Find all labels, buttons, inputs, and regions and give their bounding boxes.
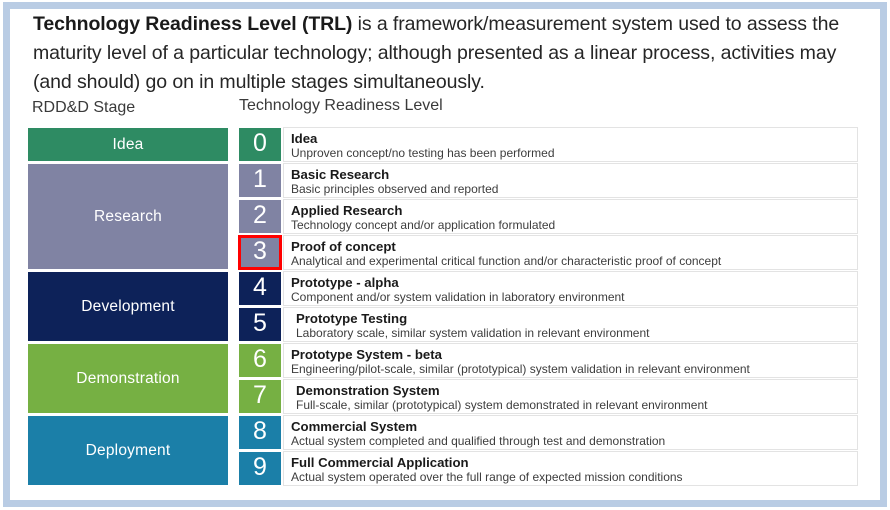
trl-text-cell: Prototype - alpha Component and/or system…: [282, 271, 858, 306]
trl-number-swatch[interactable]: 7: [238, 379, 282, 414]
trl-text-cell: Demonstration System Full-scale, similar …: [282, 379, 858, 414]
trl-row[interactable]: 8 Commercial System Actual system complete…: [238, 415, 858, 450]
trl-number-label: 7: [253, 381, 267, 409]
stage-column: Idea Research Development Demonstration Depl…: [27, 127, 229, 487]
trl-number-swatch[interactable]: 0: [238, 127, 282, 162]
stage-block-deployment[interactable]: Deployment: [27, 415, 229, 486]
intro-paragraph: Technology Readiness Level (TRL) is a fr…: [33, 10, 848, 97]
trl-row[interactable]: 6 Prototype System - beta Engineering/pilo…: [238, 343, 858, 378]
stage-block-label: Demonstration: [76, 369, 180, 387]
stage-block-development[interactable]: Development: [27, 271, 229, 342]
trl-description: Component and/or system validation in la…: [291, 290, 625, 304]
trl-text-cell: Applied Research Technology concept and/o…: [282, 199, 858, 234]
stage-block-label: Idea: [112, 135, 144, 153]
trl-text-cell: Idea Unproven concept/no testing has been…: [282, 127, 858, 162]
trl-description: Basic principles observed and reported: [291, 182, 499, 196]
trl-text-cell: Prototype System - beta Engineering/pilot…: [282, 343, 858, 378]
trl-title: Applied Research: [291, 203, 403, 218]
stage-block-research[interactable]: Research: [27, 163, 229, 270]
trl-title: Prototype Testing: [296, 311, 408, 326]
trl-description: Actual system operated over the full ran…: [291, 470, 683, 484]
trl-text-cell: Proof of concept Analytical and experimen…: [282, 235, 858, 270]
trl-number-label: 3: [253, 237, 267, 265]
stage-block-label: Research: [94, 207, 162, 225]
trl-text-cell: Commercial System Actual system completed…: [282, 415, 858, 450]
trl-title: Full Commercial Application: [291, 455, 469, 470]
trl-description: Technology concept and/or application fo…: [291, 218, 556, 232]
trl-title: Idea: [291, 131, 318, 146]
trl-title: Basic Research: [291, 167, 390, 182]
trl-number-swatch[interactable]: 4: [238, 271, 282, 306]
trl-title: Prototype - alpha: [291, 275, 399, 290]
trl-number-label: 0: [253, 129, 267, 157]
trl-description: Unproven concept/no testing has been per…: [291, 146, 555, 160]
trl-slide: Technology Readiness Level (TRL) is a fr…: [0, 0, 890, 510]
trl-table: 0 Idea Unproven concept/no testing has bee…: [238, 127, 858, 487]
trl-text-cell: Full Commercial Application Actual system…: [282, 451, 858, 486]
slide-content: Technology Readiness Level (TRL) is a fr…: [0, 0, 890, 510]
trl-number-swatch[interactable]: 8: [238, 415, 282, 450]
intro-lead-term: Technology Readiness Level (TRL): [33, 13, 353, 35]
trl-row[interactable]: 2 Applied Research Technology concept and/…: [238, 199, 858, 234]
trl-text-cell: Basic Research Basic principles observed …: [282, 163, 858, 198]
trl-description: Laboratory scale, similar system validat…: [296, 326, 650, 340]
trl-description: Full-scale, similar (prototypical) syste…: [296, 398, 708, 412]
trl-number-swatch[interactable]: 2: [238, 199, 282, 234]
trl-number-label: 2: [253, 201, 267, 229]
trl-column-header: Technology Readiness Level: [239, 97, 443, 114]
trl-row[interactable]: 5 Prototype Testing Laboratory scale, simi…: [238, 307, 858, 342]
trl-number-label: 4: [253, 273, 267, 301]
stage-block-label: Deployment: [85, 441, 171, 459]
trl-number-swatch[interactable]: 1: [238, 163, 282, 198]
trl-title: Proof of concept: [291, 239, 396, 254]
trl-row[interactable]: 0 Idea Unproven concept/no testing has bee…: [238, 127, 858, 162]
stage-block-demonstration[interactable]: Demonstration: [27, 343, 229, 414]
trl-row[interactable]: 3 Proof of concept Analytical and experime…: [238, 235, 858, 270]
trl-row[interactable]: 7 Demonstration System Full-scale, similar…: [238, 379, 858, 414]
stage-column-header: RDD&D Stage: [32, 99, 136, 116]
trl-title: Prototype System - beta: [291, 347, 442, 362]
trl-description: Analytical and experimental critical fun…: [291, 254, 722, 268]
trl-text-cell: Prototype Testing Laboratory scale, simil…: [282, 307, 858, 342]
trl-description: Actual system completed and qualified th…: [291, 434, 666, 448]
trl-number-swatch[interactable]: 9: [238, 451, 282, 486]
trl-number-swatch[interactable]: 5: [238, 307, 282, 342]
stage-block-idea[interactable]: Idea: [27, 127, 229, 162]
trl-number-label: 1: [253, 165, 267, 193]
trl-row[interactable]: 9 Full Commercial Application Actual syste…: [238, 451, 858, 486]
stage-block-label: Development: [81, 297, 175, 315]
trl-number-label: 5: [253, 309, 267, 337]
trl-row[interactable]: 4 Prototype - alpha Component and/or syste…: [238, 271, 858, 306]
trl-title: Demonstration System: [296, 383, 440, 398]
trl-number-label: 6: [253, 345, 267, 373]
trl-number-swatch[interactable]: 3: [238, 235, 282, 270]
trl-number-label: 9: [253, 453, 267, 481]
trl-row[interactable]: 1 Basic Research Basic principles observed…: [238, 163, 858, 198]
trl-number-swatch[interactable]: 6: [238, 343, 282, 378]
trl-description: Engineering/pilot-scale, similar (protot…: [291, 362, 750, 376]
trl-title: Commercial System: [291, 419, 418, 434]
trl-number-label: 8: [253, 417, 267, 445]
